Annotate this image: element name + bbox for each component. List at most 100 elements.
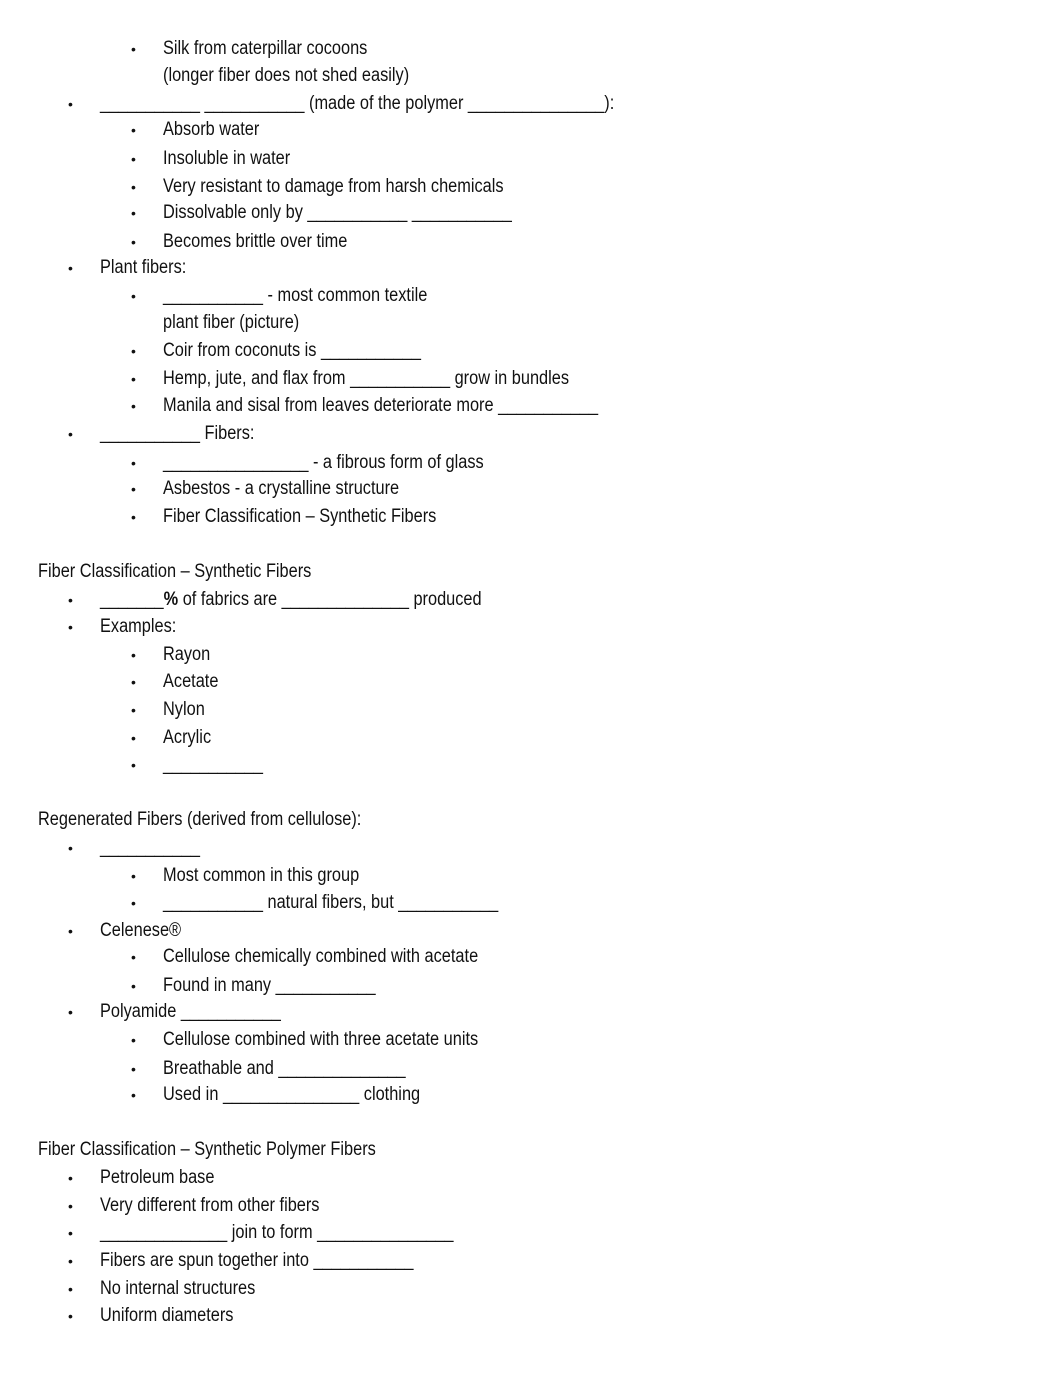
- item-text: Becomes brittle over time: [163, 229, 347, 255]
- bullet-icon: •: [131, 730, 136, 746]
- text-segment: ___________ - most common textile: [163, 285, 428, 306]
- item-text: ________________ - a fibrous form of gla…: [163, 450, 484, 476]
- bullet-icon: •: [131, 1061, 136, 1077]
- text-segment: ________________ - a fibrous form of gla…: [163, 452, 484, 473]
- item-text: Uniform diameters: [100, 1303, 233, 1329]
- text-segment: ______________ join to form ____________…: [100, 1222, 454, 1243]
- item-text: Rayon: [163, 642, 210, 668]
- bullet-icon: •: [68, 426, 73, 442]
- text-segment: (longer fiber does not shed easily): [163, 65, 410, 86]
- text-segment: ___________ ___________ (made of the pol…: [100, 93, 615, 114]
- text-segment: Breathable and ______________: [163, 1058, 406, 1079]
- text-segment: Coir from coconuts is ___________: [163, 340, 421, 361]
- item-text: Very different from other fibers: [100, 1193, 319, 1219]
- text-segment: Fiber Classification – Synthetic Fibers: [163, 506, 437, 527]
- item-text: Very resistant to damage from harsh chem…: [163, 174, 504, 200]
- text-segment: Uniform diameters: [100, 1305, 234, 1326]
- text-segment: plant fiber (picture): [163, 312, 300, 333]
- bullet-icon: •: [68, 1198, 73, 1214]
- bullet-icon: •: [131, 343, 136, 359]
- item-text: Manila and sisal from leaves deteriorate…: [163, 393, 598, 419]
- text-segment: Absorb water: [163, 119, 260, 140]
- item-text: Petroleum base: [100, 1165, 214, 1191]
- text-segment: Most common in this group: [163, 865, 360, 886]
- text-segment: Petroleum base: [100, 1167, 215, 1188]
- item-text: Acetate: [163, 669, 218, 695]
- item-text: Asbestos - a crystalline structure: [163, 476, 399, 502]
- item-text: ___________ Fibers:: [100, 421, 254, 447]
- item-text: ___________ natural fibers, but ________…: [163, 890, 498, 916]
- item-text: Acrylic: [163, 725, 211, 751]
- text-segment: Manila and sisal from leaves deteriorate…: [163, 395, 599, 416]
- bullet-icon: •: [131, 978, 136, 994]
- bullet-icon: •: [131, 205, 136, 221]
- bullet-icon: •: [68, 1308, 73, 1324]
- bullet-icon: •: [131, 481, 136, 497]
- text-segment: Dissolvable only by ___________ ________…: [163, 202, 512, 223]
- item-text: _______% of fabrics are ______________ p…: [100, 587, 482, 613]
- item-text: Fibers are spun together into __________…: [100, 1248, 413, 1274]
- text-segment: ___________: [100, 837, 200, 858]
- bullet-icon: •: [131, 234, 136, 250]
- bullet-icon: •: [68, 1004, 73, 1020]
- item-text: ___________: [163, 752, 263, 778]
- text-segment: Regenerated Fibers (derived from cellulo…: [38, 809, 362, 830]
- text-segment: Cellulose combined with three acetate un…: [163, 1029, 479, 1050]
- text-segment: Rayon: [163, 644, 211, 665]
- item-text: Polyamide ___________: [100, 999, 281, 1025]
- bullet-icon: •: [131, 949, 136, 965]
- bullet-icon: •: [68, 840, 73, 856]
- bullet-icon: •: [68, 96, 73, 112]
- item-text: Used in _______________ clothing: [163, 1082, 420, 1108]
- text-segment: Examples:: [100, 616, 177, 637]
- bullet-icon: •: [131, 1087, 136, 1103]
- bullet-icon: •: [131, 509, 136, 525]
- bullet-icon: •: [68, 592, 73, 608]
- item-text: Insoluble in water: [163, 146, 290, 172]
- item-text: Plant fibers:: [100, 255, 186, 281]
- text-segment: ___________: [163, 754, 263, 775]
- text-segment: Acrylic: [163, 727, 212, 748]
- text-segment: ___________ Fibers:: [100, 423, 255, 444]
- text-segment: Very different from other fibers: [100, 1195, 320, 1216]
- item-text: Breathable and ______________: [163, 1056, 406, 1082]
- bullet-icon: •: [68, 619, 73, 635]
- bullet-icon: •: [131, 179, 136, 195]
- bullet-icon: •: [131, 868, 136, 884]
- heading-text: Fiber Classification – Synthetic Polymer…: [38, 1137, 376, 1163]
- text-segment: Insoluble in water: [163, 148, 291, 169]
- text-segment: Very resistant to damage from harsh chem…: [163, 176, 504, 197]
- text-segment: Used in _______________ clothing: [163, 1084, 421, 1105]
- text-segment: Nylon: [163, 699, 205, 720]
- text-segment: Cellulose chemically combined with aceta…: [163, 946, 479, 967]
- bullet-icon: •: [131, 455, 136, 471]
- heading-text: Regenerated Fibers (derived from cellulo…: [38, 807, 361, 833]
- text-segment: Polyamide ___________: [100, 1001, 281, 1022]
- bullet-icon: •: [131, 674, 136, 690]
- item-text: Silk from caterpillar cocoons: [163, 36, 367, 62]
- item-text: Cellulose chemically combined with aceta…: [163, 944, 478, 970]
- bullet-icon: •: [131, 895, 136, 911]
- heading-text: Fiber Classification – Synthetic Fibers: [38, 559, 311, 585]
- bullet-icon: •: [131, 41, 136, 57]
- item-text: No internal structures: [100, 1276, 255, 1302]
- bullet-icon: •: [131, 122, 136, 138]
- bullet-icon: •: [131, 757, 136, 773]
- item-text: Absorb water: [163, 117, 259, 143]
- item-text: Hemp, jute, and flax from ___________ gr…: [163, 366, 569, 392]
- text-segment: Plant fibers:: [100, 257, 187, 278]
- item-text: (longer fiber does not shed easily): [163, 63, 409, 89]
- item-text: Cellulose combined with three acetate un…: [163, 1027, 478, 1053]
- item-text: ___________ ___________ (made of the pol…: [100, 91, 614, 117]
- bullet-icon: •: [131, 398, 136, 414]
- bullet-icon: •: [68, 260, 73, 276]
- text-segment: of fabrics are ______________ produced: [178, 589, 482, 610]
- item-text: Coir from coconuts is ___________: [163, 338, 421, 364]
- text-segment: Fiber Classification – Synthetic Fibers: [38, 561, 312, 582]
- text-segment: _______: [100, 589, 164, 610]
- text-segment: Silk from caterpillar cocoons: [163, 38, 368, 59]
- text-segment: No internal structures: [100, 1278, 256, 1299]
- bullet-icon: •: [131, 702, 136, 718]
- bullet-icon: •: [131, 647, 136, 663]
- bullet-icon: •: [131, 1032, 136, 1048]
